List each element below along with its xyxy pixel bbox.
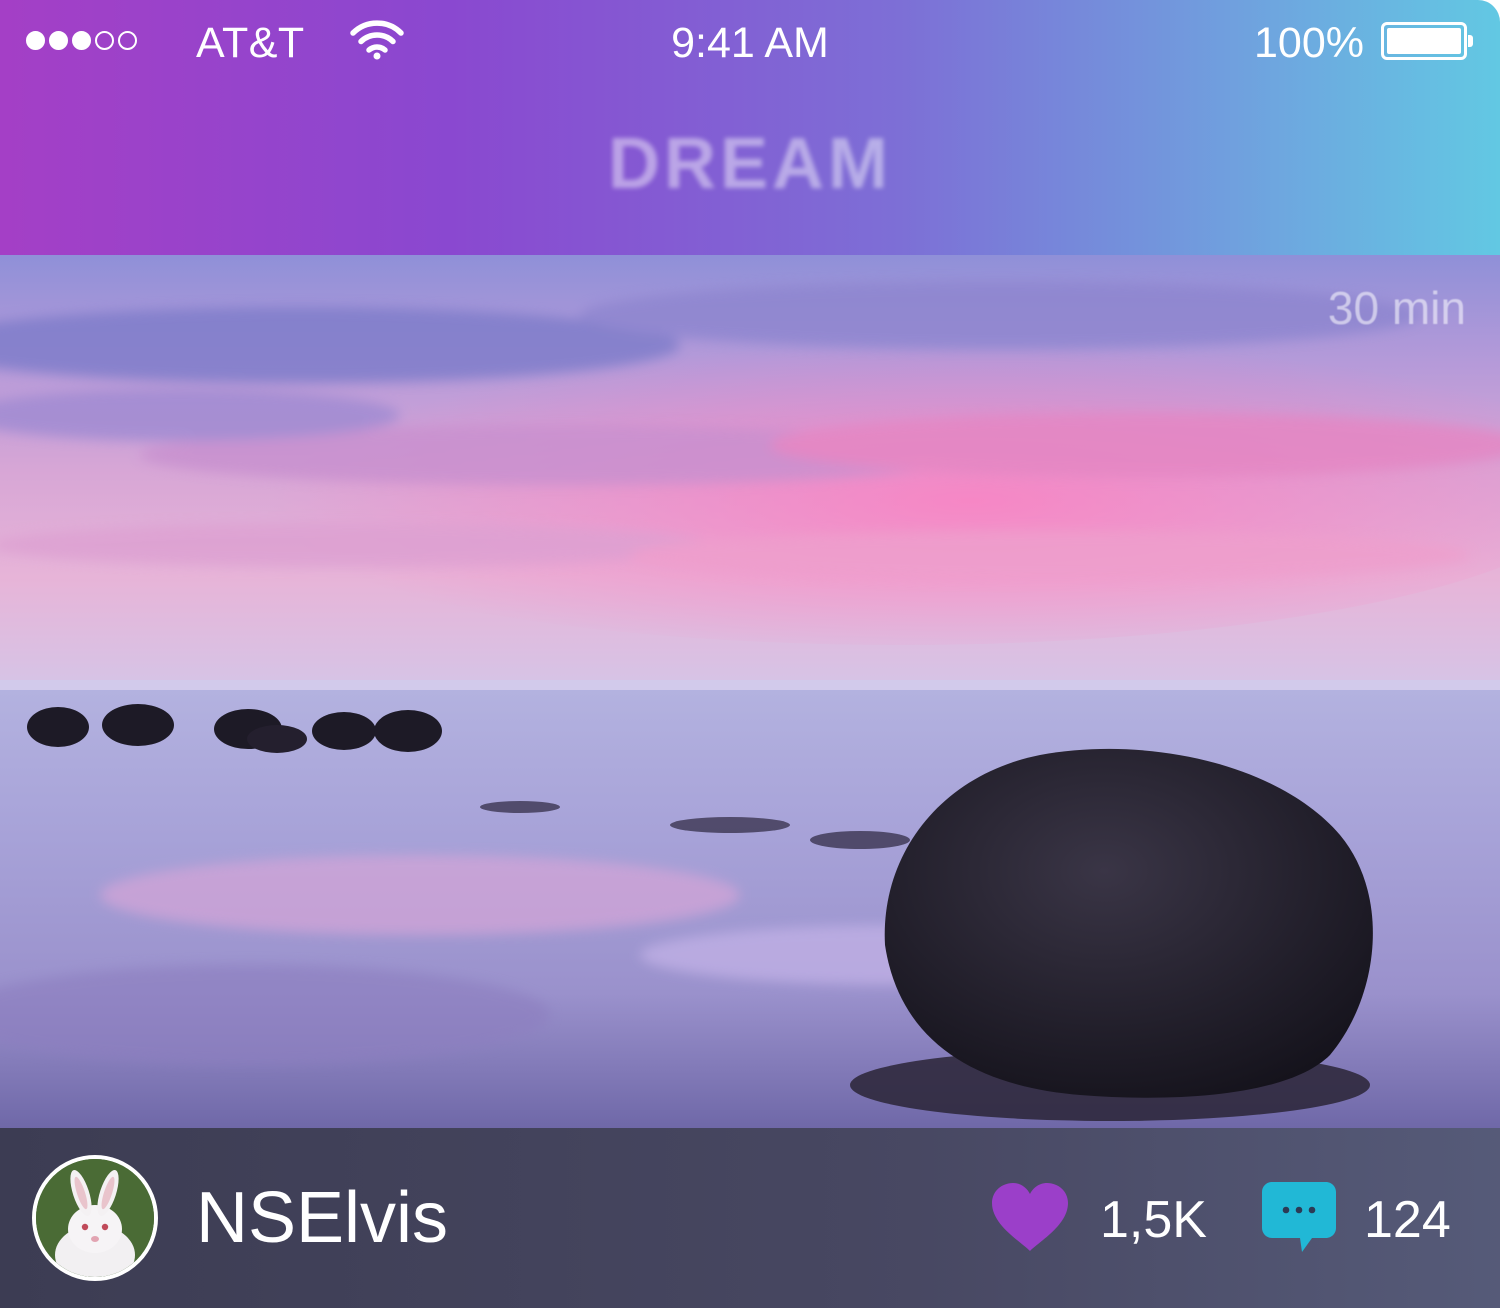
- battery-percentage: 100%: [1254, 19, 1364, 67]
- battery-icon: [1381, 22, 1473, 60]
- signal-dot: [49, 31, 68, 50]
- rabbit-avatar-icon: [36, 1159, 154, 1277]
- comment-icon[interactable]: [1262, 1182, 1336, 1254]
- signal-strength-icon: [26, 31, 137, 53]
- signal-dot: [95, 31, 114, 50]
- signal-dot: [118, 31, 137, 50]
- carrier-name: AT&T: [196, 19, 305, 67]
- status-bar: AT&T 9:41 AM 100%: [0, 0, 1500, 90]
- comments-count: 124: [1364, 1191, 1451, 1249]
- author-username[interactable]: NSElvis: [196, 1176, 448, 1260]
- phone-screen: AT&T 9:41 AM 100% DREAM 30 min NSElvis 1…: [0, 0, 1500, 1308]
- large-boulder: [884, 748, 1373, 1098]
- author-avatar[interactable]: [32, 1155, 158, 1281]
- app-title: DREAM: [608, 124, 892, 204]
- battery-cap: [1468, 35, 1473, 47]
- post-timestamp: 30 min: [1327, 282, 1466, 334]
- likes-count: 1,5K: [1100, 1191, 1207, 1249]
- post-footer: NSElvis 1,5K 124: [0, 1128, 1500, 1308]
- beach-sunset-image: [0, 255, 1500, 1128]
- heart-icon[interactable]: [990, 1183, 1070, 1253]
- battery-level-fill: [1387, 28, 1461, 54]
- signal-dot: [26, 31, 45, 50]
- app-header: AT&T 9:41 AM 100% DREAM: [0, 0, 1500, 255]
- post-photo[interactable]: [0, 255, 1500, 1128]
- signal-dot: [72, 31, 91, 50]
- wifi-icon: [350, 20, 404, 60]
